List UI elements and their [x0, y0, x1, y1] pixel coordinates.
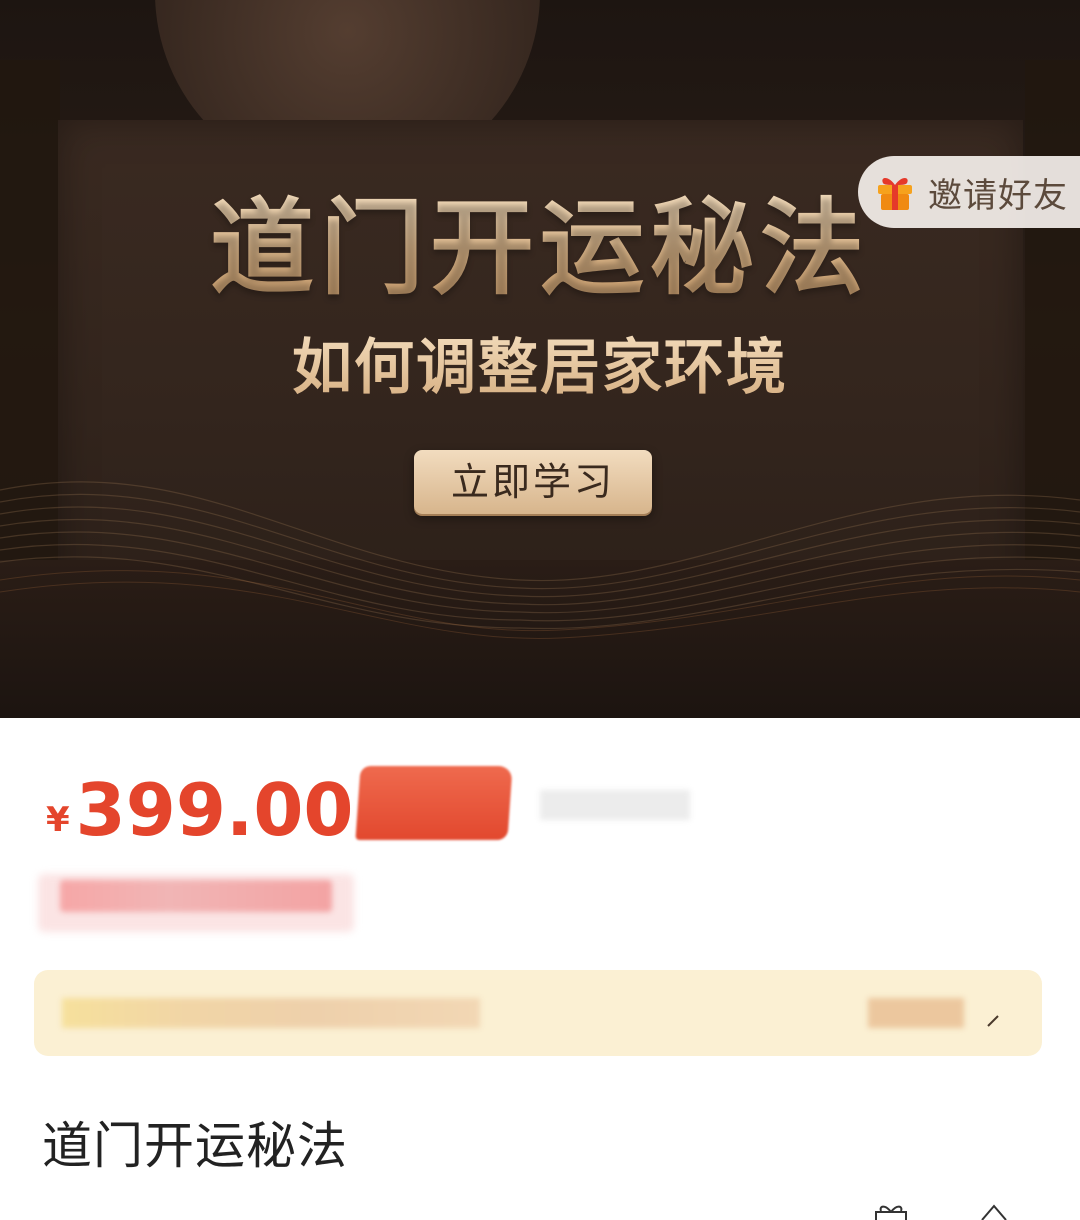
start-learning-button[interactable]: 立即学习	[414, 450, 652, 514]
gift-icon	[878, 178, 912, 210]
course-banner: 道门开运秘法 如何调整居家环境 立即学习 邀请好友	[0, 0, 1080, 718]
bottom-partial-icons	[875, 1204, 1007, 1220]
redacted-promo-action	[868, 998, 964, 1028]
redacted-tag	[60, 880, 332, 912]
banner-subtitle: 如何调整居家环境	[0, 330, 1080, 406]
redacted-text	[540, 790, 690, 820]
currency-symbol: ¥	[46, 800, 70, 840]
redacted-badge	[355, 766, 513, 840]
gift-icon	[875, 1205, 907, 1220]
chevron-right-icon	[984, 1010, 1004, 1036]
invite-friends-label: 邀请好友	[928, 175, 1068, 216]
price-amount: 399.00	[75, 768, 354, 852]
share-icon	[981, 1204, 1007, 1220]
redacted-promo-text	[62, 998, 480, 1028]
product-title: 道门开运秘法	[42, 1117, 348, 1175]
price-display: ¥ 399.00	[46, 770, 354, 850]
invite-friends-button[interactable]: 邀请好友	[858, 156, 1080, 228]
